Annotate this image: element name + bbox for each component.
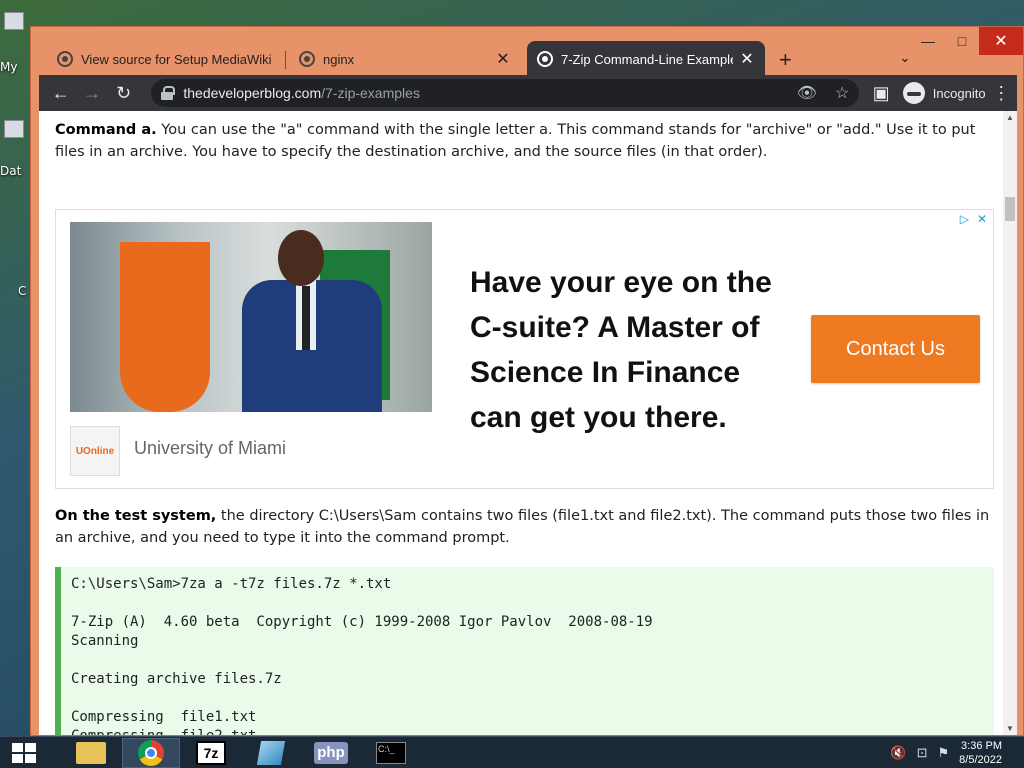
adchoices-icon[interactable]: ▷ [960,212,969,226]
browser-window: — □ ✕ View source for Setup MediaWiki ng… [30,26,1024,736]
paragraph-lead: Command a. [55,122,157,138]
taskbar-php[interactable]: php [302,738,360,768]
tab-title: View source for Setup MediaWiki [81,51,271,67]
taskbar-explorer[interactable] [62,738,120,768]
incognito-badge[interactable]: Incognito [902,82,986,104]
side-panel-button[interactable]: ▣ [865,77,896,109]
tab-7zip-examples[interactable]: 7-Zip Command-Line Examples ✕ [527,41,765,77]
action-center-flag-icon[interactable]: ⚑ [938,745,950,761]
bookmark-star-icon[interactable]: ☆ [835,83,849,103]
tab-mediawiki[interactable]: View source for Setup MediaWiki [47,41,281,77]
scroll-up-icon[interactable]: ▲ [1006,113,1014,122]
address-bar[interactable]: thedeveloperblog.com/7-zip-examples 👁 ☆ [151,79,860,107]
tab-search-button[interactable]: ⌄ [899,49,911,66]
tab-strip: View source for Setup MediaWiki nginx ✕ … [39,41,933,77]
url-path: /7-zip-examples [321,85,420,101]
paragraph-lead: On the test system, [55,508,217,524]
ad-image[interactable] [70,222,432,412]
desktop-icon-label: My [0,60,18,74]
taskbar: 7z php C:\_ 🔇 ⊡ ⚑ 3:36 PM 8/5/2022 [0,736,1024,768]
ad-headline[interactable]: Have your eye on the C-suite? A Master o… [470,260,790,440]
tab-title: nginx [323,51,355,67]
system-tray: 🔇 ⊡ ⚑ 3:36 PM 8/5/2022 [890,739,1024,767]
paragraph-test-system: On the test system, the directory C:\Use… [55,505,993,549]
close-window-button[interactable]: ✕ [979,27,1023,55]
folder-icon [76,741,106,764]
globe-icon [537,51,553,67]
ad-advertiser[interactable]: University of Miami [134,438,286,459]
scroll-down-icon[interactable]: ▼ [1006,724,1014,733]
scrollbar[interactable]: ▲ ▼ [1003,111,1017,735]
url-domain: thedeveloperblog.com [183,85,322,101]
computer-icon[interactable] [4,12,24,30]
incognito-icon [902,82,925,104]
network-icon[interactable]: ⊡ [917,745,928,761]
incognito-label: Incognito [932,85,986,101]
clock-time: 3:36 PM [961,739,1002,752]
ad-choices[interactable]: ▷ ✕ [960,212,987,226]
volume-muted-icon[interactable]: 🔇 [890,745,906,761]
taskbar-notepad[interactable] [242,738,300,768]
tab-divider [285,51,286,69]
back-button[interactable]: ← [45,77,76,109]
tab-nginx[interactable]: nginx ✕ [289,41,521,77]
scroll-thumb[interactable] [1005,197,1015,221]
7zip-icon: 7z [196,740,226,765]
tab-title: 7-Zip Command-Line Examples [561,51,733,67]
close-tab-icon[interactable]: ✕ [495,49,511,69]
data-folder-icon[interactable] [4,120,24,138]
advertisement[interactable]: ▷ ✕ UOnline University of Miami Have you… [55,209,994,489]
lock-icon[interactable] [161,86,176,100]
windows-logo-icon [12,742,36,763]
forward-button[interactable]: → [76,77,107,109]
code-block: C:\Users\Sam>7za a -t7z files.7z *.txt 7… [55,567,994,735]
university-logo[interactable]: UOnline [70,426,120,476]
contact-us-button[interactable]: Contact Us [811,315,980,383]
close-tab-icon[interactable]: ✕ [739,49,755,69]
desktop-icon-label: C [18,284,27,298]
menu-button[interactable]: ⋮ [986,77,1017,109]
taskbar-chrome[interactable] [122,737,180,768]
browser-toolbar: ← → ↻ thedeveloperblog.com/7-zip-example… [39,75,1017,111]
taskbar-cmd[interactable]: C:\_ [362,738,420,768]
maximize-button[interactable]: □ [945,27,979,55]
page-content: Command a. You can use the "a" command w… [39,111,1003,735]
close-ad-icon[interactable]: ✕ [977,212,987,226]
new-tab-button[interactable]: + [779,47,792,73]
paragraph-command-a: Command a. You can use the "a" command w… [55,119,993,163]
globe-icon [57,51,73,67]
desktop-icon-label: Dat [0,164,22,178]
clock[interactable]: 3:36 PM 8/5/2022 [959,739,1002,767]
paragraph-text: You can use the "a" command with the sin… [55,122,976,160]
globe-icon [299,51,315,67]
chrome-icon [138,739,164,766]
taskbar-7zip[interactable]: 7z [182,738,240,768]
tracking-protection-icon[interactable]: 👁 [797,83,817,103]
cmd-icon: C:\_ [376,741,406,764]
php-icon: php [314,741,348,764]
reload-button[interactable]: ↻ [108,77,139,109]
clock-date: 8/5/2022 [959,753,1002,766]
start-button[interactable] [0,737,48,768]
notepad-icon [256,740,286,765]
